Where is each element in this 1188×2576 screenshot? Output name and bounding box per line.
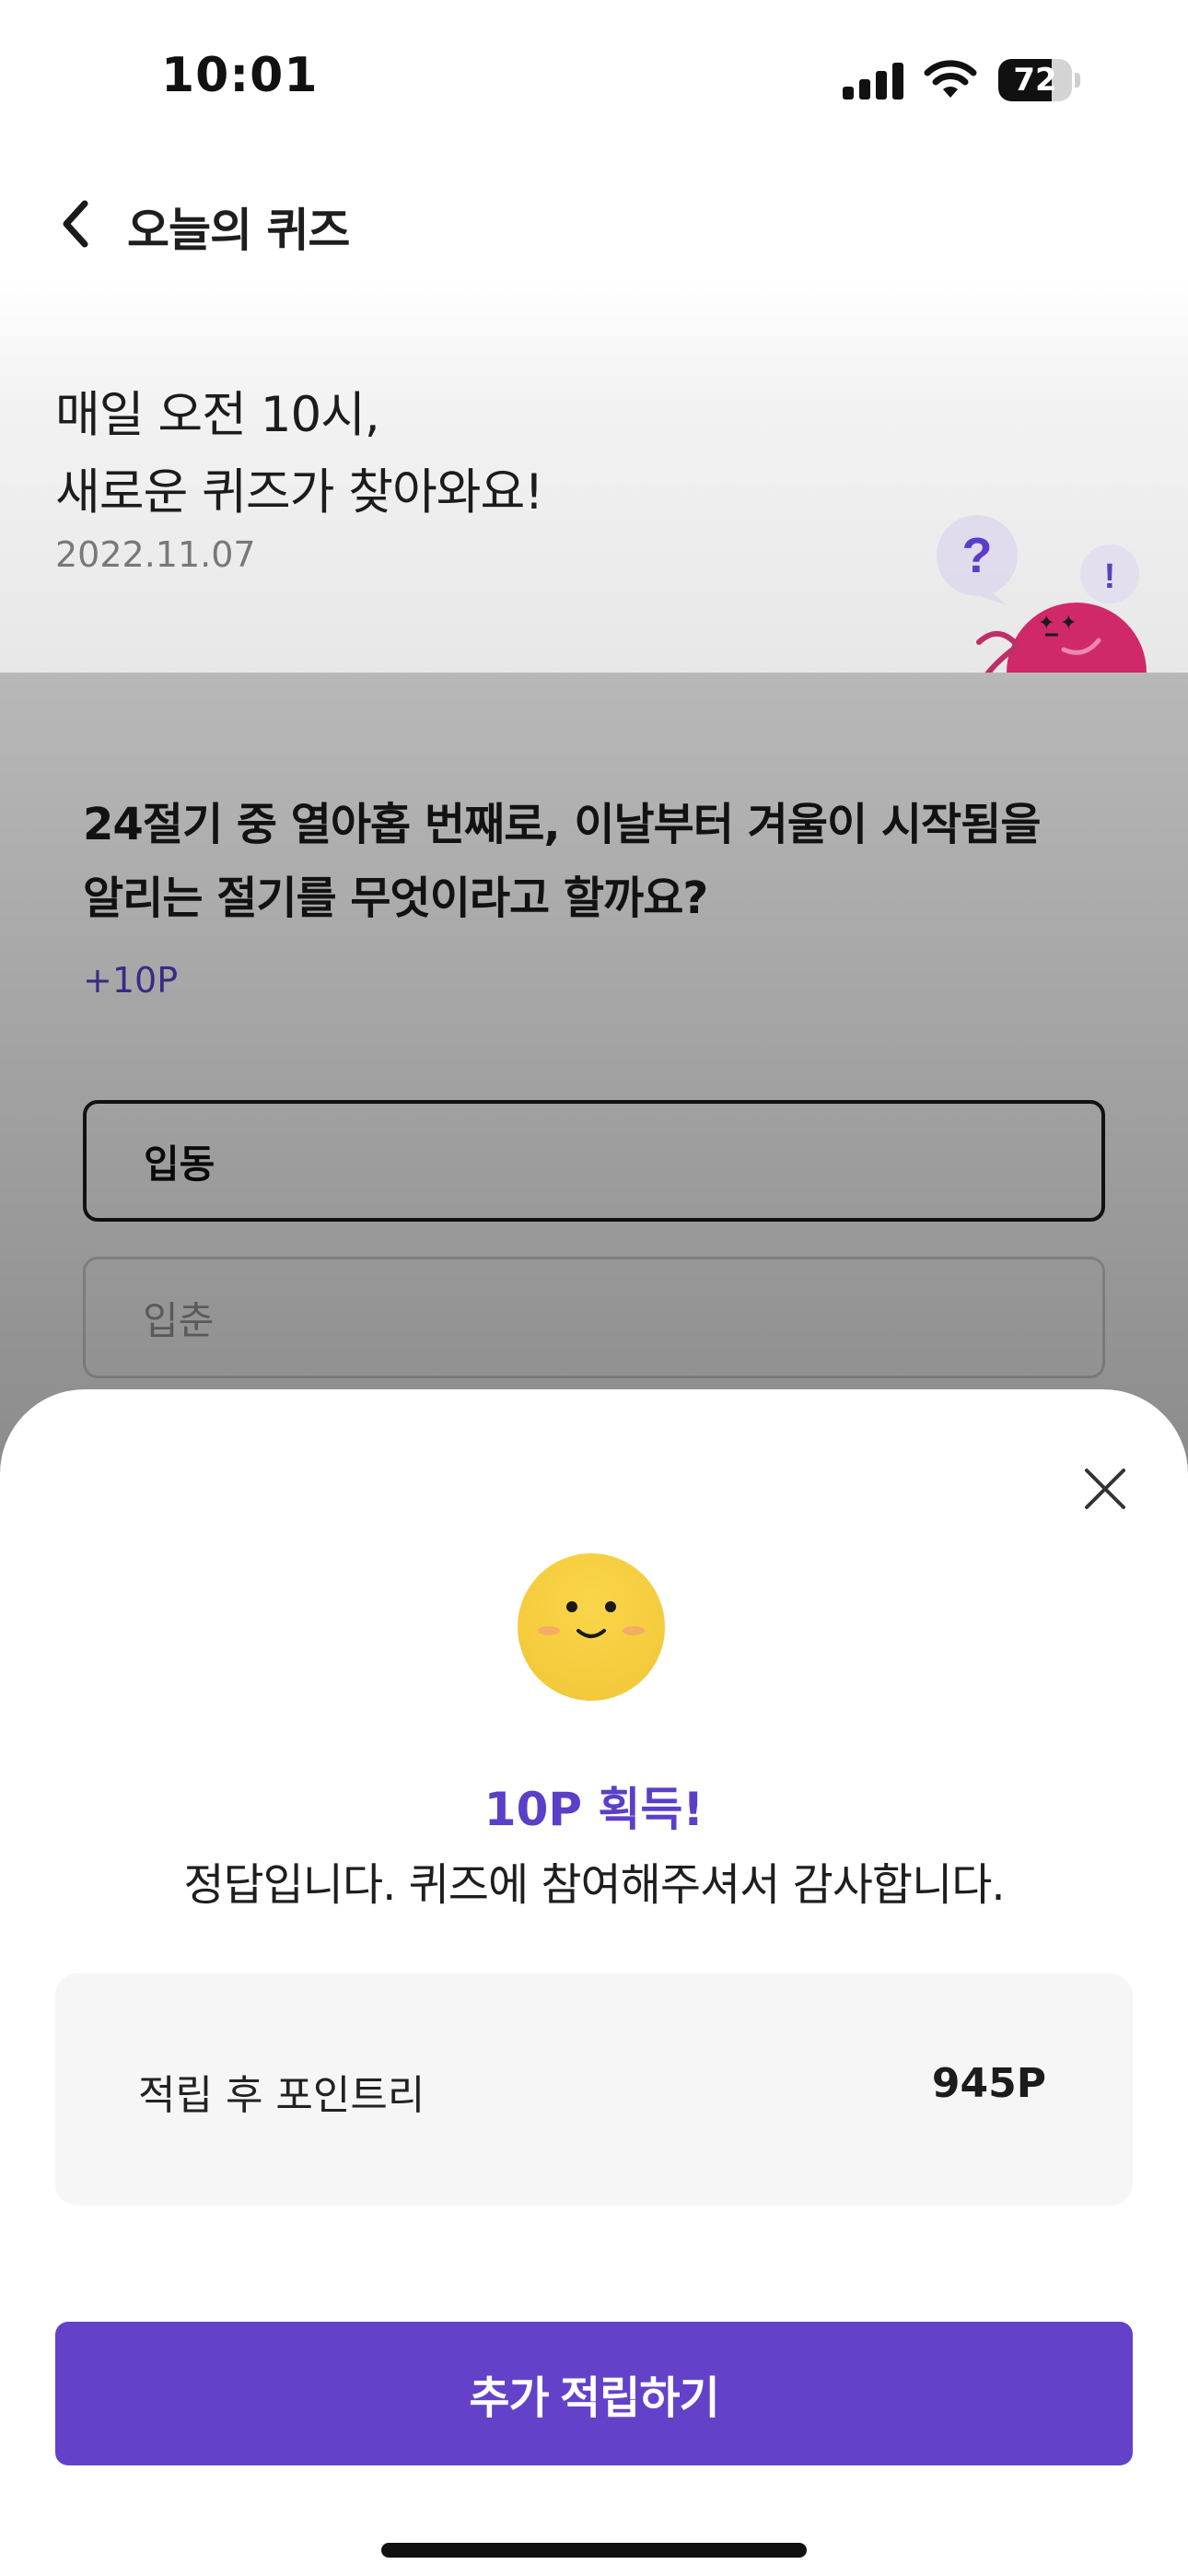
answer-option-label: 입동 (144, 1141, 215, 1187)
reward-message: 정답입니다. 퀴즈에 참여해주셔서 감사합니다. (183, 1859, 1005, 1911)
smiley-emoji-icon (518, 1553, 665, 1701)
points-value: 945P (931, 2060, 1046, 2107)
back-button[interactable] (50, 192, 101, 256)
hero-line-2: 새로운 퀴즈가 찾아와요! (55, 464, 544, 521)
svg-text:✦: ✦ (1060, 612, 1077, 635)
close-button[interactable] (1076, 1459, 1135, 1518)
battery-percent: 72 (1013, 62, 1057, 99)
answer-option-selected[interactable]: 입동 (83, 1100, 1105, 1222)
mascot-question-mark: ? (962, 528, 993, 583)
hero-date: 2022.11.07 (55, 534, 256, 575)
home-indicator (381, 2543, 807, 2558)
answer-option-label: 입춘 (143, 1297, 215, 1343)
question-line-1: 24절기 중 열아홉 번째로, 이날부터 겨울이 시작됨을 (83, 799, 1042, 850)
wifi-icon (924, 60, 977, 98)
answer-option[interactable]: 입춘 (83, 1257, 1105, 1378)
earn-more-button[interactable]: 추가 적립하기 (55, 2322, 1133, 2465)
page-title: 오늘의 퀴즈 (127, 204, 350, 257)
svg-text:✦: ✦ (1038, 612, 1054, 635)
mascot-illustration: ? ! ✦ ✦ (937, 515, 1147, 673)
cellular-signal-icon (843, 63, 903, 100)
reward-title: 10P 획득! (483, 1783, 705, 1836)
mascot-exclaim-mark: ! (1104, 557, 1116, 596)
chevron-left-icon (63, 200, 88, 248)
points-label: 적립 후 포인트리 (138, 2072, 425, 2119)
hero-line-1: 매일 오전 10시, (55, 387, 380, 443)
status-time: 10:01 (161, 48, 319, 103)
quiz-points: +10P (83, 960, 179, 1001)
question-line-2: 알리는 절기를 무엇이라고 할까요? (83, 872, 708, 924)
close-icon (1085, 1469, 1125, 1509)
battery-icon: 72 (998, 59, 1081, 101)
